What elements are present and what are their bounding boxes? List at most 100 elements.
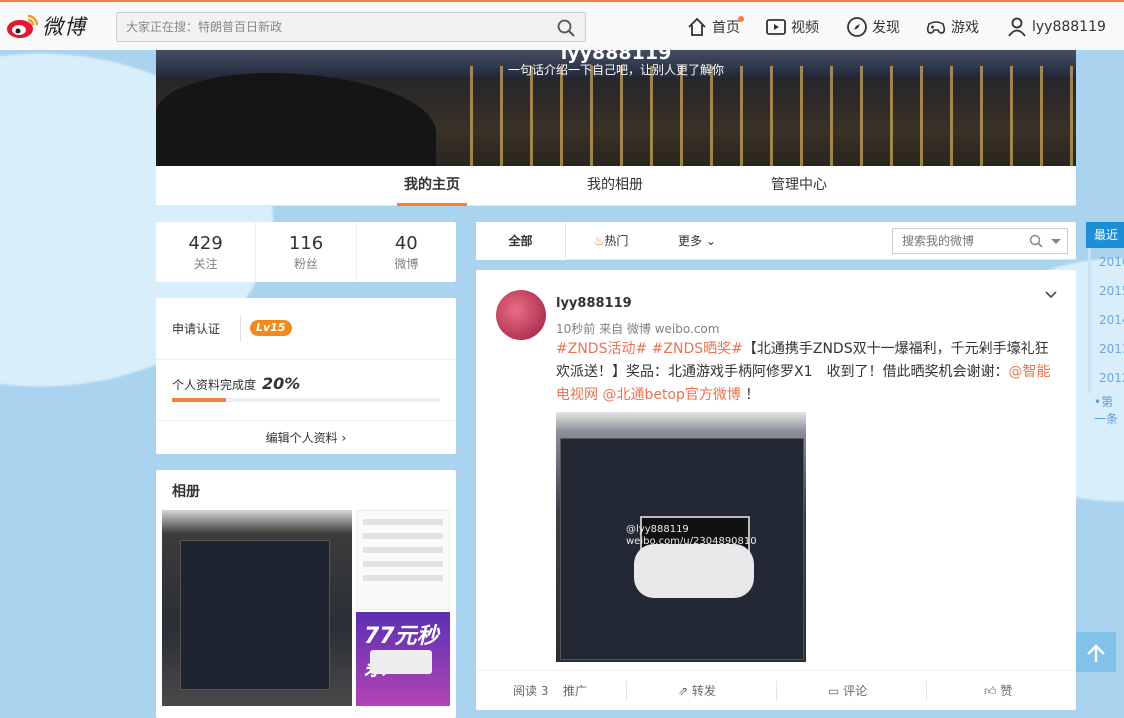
tab-hot[interactable]: ♨热门 — [586, 222, 636, 260]
notification-dot — [738, 16, 744, 22]
post-tail: ！ — [745, 387, 760, 403]
timeline-year[interactable]: 2015 — [1088, 277, 1124, 306]
timeline-year[interactable]: 2013 — [1088, 335, 1124, 364]
video-icon — [766, 19, 786, 35]
comment-button[interactable]: ▭ 评论 — [828, 671, 867, 711]
repost-button[interactable]: ⇗ 转发 — [678, 671, 716, 711]
tab-more[interactable]: 更多 ⌄ — [672, 222, 722, 260]
post-author[interactable]: lyy888119 — [556, 296, 632, 311]
apply-verify-link[interactable]: 申请认证 — [172, 320, 220, 337]
nav-discover-label: 发现 — [872, 20, 900, 36]
stat-following[interactable]: 429 关注 — [156, 222, 257, 282]
compass-icon — [847, 17, 867, 37]
completion-value: 20% — [262, 374, 301, 393]
nav-game-label: 游戏 — [951, 20, 979, 36]
nav-discover[interactable]: 发现 — [846, 12, 900, 42]
year-timeline: 最近 2016 2015 2014 2013 2012 •第一条 — [1086, 222, 1124, 427]
album-photo-3[interactable]: 77元秒杀 — [356, 612, 450, 706]
mention-link[interactable]: @北通betop官方微博 — [602, 387, 740, 403]
tab-all[interactable]: 全部 — [476, 222, 566, 260]
tab-my-album[interactable]: 我的相册 — [580, 166, 650, 206]
hashtag-link[interactable]: #ZNDS晒奖# — [652, 341, 743, 357]
divider — [926, 681, 927, 701]
read-count: 阅读 3 — [513, 684, 549, 698]
search-icon[interactable] — [557, 19, 575, 37]
divider — [776, 681, 777, 701]
stat-followers-label: 粉丝 — [293, 257, 318, 271]
user-icon — [1008, 17, 1026, 37]
brand-name: 微博 — [42, 15, 86, 39]
nav-user-label: lyy888119 — [1032, 19, 1106, 35]
cover-lights — [456, 66, 1076, 166]
chevron-down-icon[interactable] — [1044, 288, 1058, 302]
timeline-year[interactable]: 2012 — [1088, 364, 1124, 393]
stat-followers[interactable]: 116 粉丝 — [256, 222, 357, 282]
album-card: 相册 77元秒杀 — [156, 470, 456, 718]
photo-box — [180, 540, 330, 690]
controller-image — [634, 544, 754, 598]
watermark-url: weibo.com/u/2304890810 — [626, 536, 757, 547]
top-navigation-bar: 微博 首页 视频 发现 游戏 lyy888119 — [0, 0, 1124, 50]
album-photo-2[interactable] — [356, 510, 450, 610]
completion-bar-fill — [172, 398, 226, 402]
post-time[interactable]: 10秒前 — [556, 322, 595, 336]
comment-label: 评论 — [843, 684, 868, 698]
nav-video[interactable]: 视频 — [765, 12, 819, 42]
album-photo-1[interactable] — [162, 510, 352, 706]
weibo-logo[interactable]: 微博 — [6, 11, 86, 41]
chevron-down-icon: ⌄ — [705, 234, 716, 248]
feed-tabs: 全部 ♨热门 更多 ⌄ — [476, 222, 1076, 260]
profile-tabs: 我的主页 我的相册 管理中心 — [156, 166, 1076, 206]
post-text: #ZNDS活动# #ZNDS晒奖#【北通携手ZNDS双十一爆福利，千元剁手壕礼狂… — [556, 338, 1056, 407]
global-search-input[interactable] — [117, 13, 547, 41]
post-meta: 10秒前 来自 微博 weibo.com — [556, 320, 719, 337]
nav-home[interactable]: 首页 — [686, 12, 744, 42]
stat-following-label: 关注 — [193, 257, 218, 271]
level-badge[interactable]: Lv15 — [250, 320, 292, 336]
stat-posts-value: 40 — [394, 233, 418, 254]
tab-my-home[interactable]: 我的主页 — [397, 166, 467, 206]
tab-manage-center[interactable]: 管理中心 — [764, 166, 834, 206]
stat-posts[interactable]: 40 微博 — [357, 222, 456, 282]
stat-posts-label: 微博 — [394, 257, 419, 271]
avatar[interactable] — [496, 290, 546, 340]
tab-more-label: 更多 — [678, 234, 703, 248]
home-icon — [688, 17, 706, 36]
global-search — [116, 12, 586, 42]
post-image[interactable]: @lyy888119 weibo.com/u/2304890810 — [556, 412, 806, 662]
arrow-up-icon — [1087, 644, 1105, 662]
nav-video-label: 视频 — [791, 20, 819, 36]
stat-following-value: 429 — [188, 233, 223, 254]
profile-intro[interactable]: 一句话介绍一下自己吧，让别人更了解你 — [156, 61, 1076, 78]
nav-user[interactable]: lyy888119 — [1006, 12, 1106, 42]
feed-search-input[interactable] — [893, 229, 1033, 253]
stat-followers-value: 116 — [288, 233, 324, 254]
timeline-year[interactable]: 2014 — [1088, 306, 1124, 335]
nav-game[interactable]: 游戏 — [925, 12, 979, 42]
fire-icon: ♨ — [593, 234, 605, 248]
tv-box-image — [370, 650, 432, 674]
feed-search — [892, 228, 1068, 254]
timeline-recent[interactable]: 最近 — [1086, 222, 1124, 248]
edit-profile-button[interactable]: 编辑个人资料 › — [156, 420, 456, 454]
timeline-year[interactable]: 2016 — [1088, 248, 1124, 277]
completion-bar — [172, 398, 440, 402]
divider — [626, 681, 627, 701]
hashtag-link[interactable]: #ZNDS活动# — [556, 341, 647, 357]
edit-profile-label: 编辑个人资料 — [265, 431, 338, 445]
repost-icon: ⇗ — [678, 684, 689, 698]
weibo-logo-icon — [7, 14, 39, 38]
album-title[interactable]: 相册 — [172, 481, 200, 501]
search-dropdown-icon[interactable] — [1051, 239, 1061, 244]
repost-label: 转发 — [691, 684, 716, 698]
post-actions: 阅读 3 推广 ⇗ 转发 ▭ 评论 👍︎ 赞 — [476, 670, 1076, 710]
image-watermark: @lyy888119 weibo.com/u/2304890810 — [626, 524, 757, 548]
promote-button[interactable]: 推广 — [563, 671, 587, 711]
chevron-right-icon: › — [341, 431, 347, 445]
search-icon[interactable] — [1029, 234, 1043, 248]
like-button[interactable]: 👍︎ 赞 — [984, 671, 1012, 711]
stats-card: 429 关注 116 粉丝 40 微博 — [156, 222, 456, 282]
back-to-top-button[interactable] — [1076, 632, 1116, 672]
timeline-first-post[interactable]: •第一条 — [1086, 393, 1124, 427]
profile-info-card: 申请认证 Lv15 个人资料完成度 20% 编辑个人资料 › — [156, 298, 456, 454]
